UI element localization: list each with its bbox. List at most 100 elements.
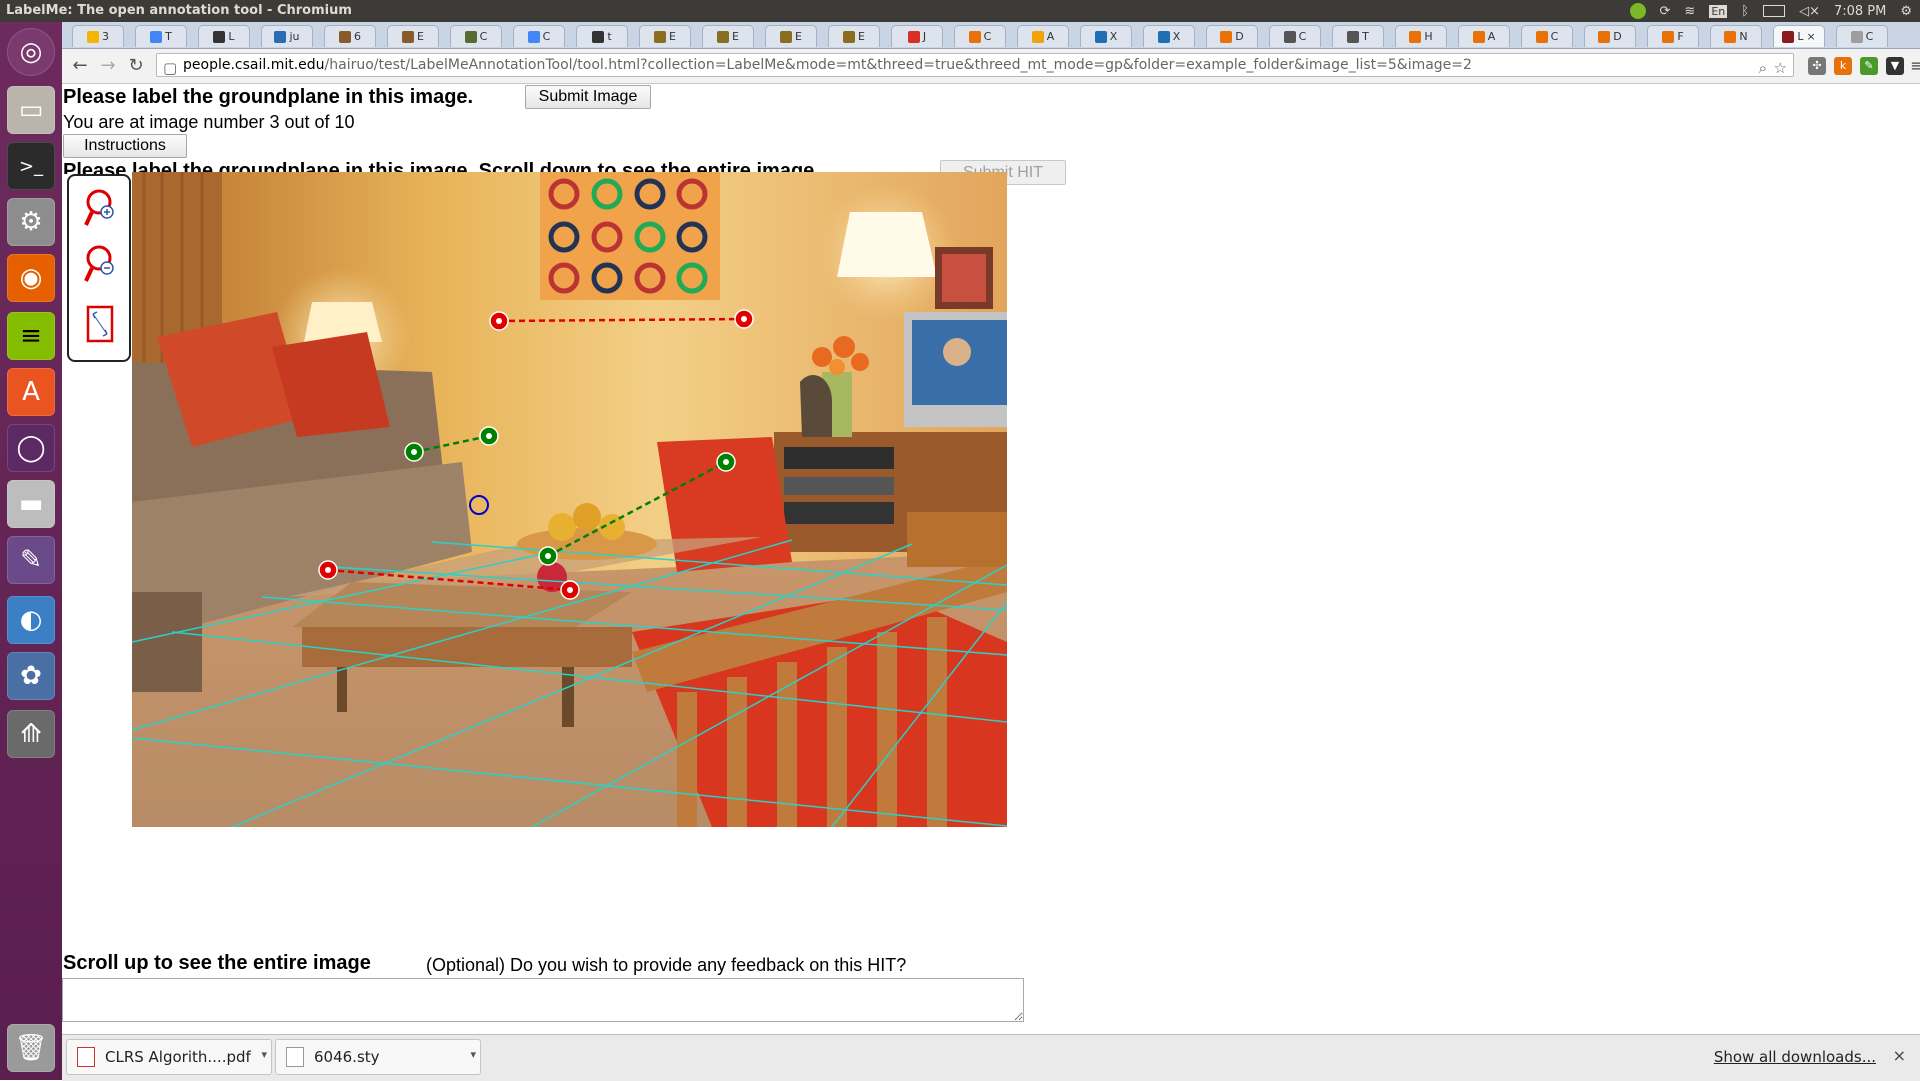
browser-tab[interactable]: A xyxy=(1017,25,1069,47)
feedback-textarea[interactable] xyxy=(62,978,1024,1022)
page-info-icon[interactable]: ▢ xyxy=(163,57,177,79)
tab-favicon-icon xyxy=(464,30,477,43)
trash-icon[interactable]: 🗑 xyxy=(7,1024,55,1072)
browser-tab[interactable]: t xyxy=(576,25,628,47)
tab-favicon-icon xyxy=(87,30,99,43)
tab-favicon-icon xyxy=(1724,30,1737,43)
terminal-icon[interactable]: >_ xyxy=(7,142,55,190)
browser-tab[interactable]: H xyxy=(1395,25,1447,47)
extension-puzzle-icon[interactable]: ✣ xyxy=(1808,57,1826,75)
tab-label: t xyxy=(607,30,612,43)
tab-label: C xyxy=(542,30,551,43)
dropdown-arrow-icon[interactable]: ▾ xyxy=(470,1048,476,1061)
settings-gear-icon[interactable]: ⚙ xyxy=(1900,4,1912,19)
browser-tab[interactable]: N xyxy=(1710,25,1762,47)
software-center-icon[interactable]: A xyxy=(7,368,55,416)
tab-label: A xyxy=(1046,30,1055,43)
chromium-icon[interactable]: ◐ xyxy=(7,596,55,644)
bluetooth-icon[interactable]: ᛒ xyxy=(1741,4,1749,19)
wifi-icon[interactable]: ≋ xyxy=(1684,4,1695,19)
volume-muted-icon[interactable]: ◁× xyxy=(1799,4,1820,19)
file-icon xyxy=(286,1047,304,1067)
browser-tab[interactable]: J xyxy=(891,25,943,47)
spotify-indicator-icon[interactable] xyxy=(1629,3,1646,19)
close-shelf-icon[interactable]: × xyxy=(1893,1046,1906,1065)
tab-label: 3 xyxy=(102,30,109,43)
browser-tab[interactable]: A xyxy=(1458,25,1510,47)
browser-tab[interactable]: X xyxy=(1080,25,1132,47)
show-all-downloads-link[interactable]: Show all downloads... xyxy=(1714,1048,1876,1066)
software-updater-icon[interactable]: ⟰ xyxy=(7,710,55,758)
shotwell-icon[interactable]: ✿ xyxy=(7,652,55,700)
drive-icon[interactable]: ▬ xyxy=(7,480,55,528)
unity-tweak-icon[interactable]: ◯ xyxy=(7,424,55,472)
browser-tab[interactable]: 6 xyxy=(324,25,376,47)
browser-tab[interactable]: F xyxy=(1647,25,1699,47)
tab-favicon-icon xyxy=(1157,30,1170,43)
browser-tab[interactable]: E xyxy=(765,25,817,47)
browser-tab[interactable]: C xyxy=(450,25,502,47)
zoom-in-icon[interactable] xyxy=(83,188,117,228)
instructions-button[interactable]: Instructions xyxy=(63,134,187,158)
browser-tab[interactable]: ju xyxy=(261,25,313,47)
clock[interactable]: 7:08 PM xyxy=(1834,4,1886,19)
browser-tab[interactable]: C xyxy=(954,25,1006,47)
zoom-icon[interactable]: ⌕ xyxy=(1759,57,1767,79)
tab-favicon-icon xyxy=(907,30,920,43)
sync-icon[interactable]: ⟳ xyxy=(1660,4,1671,19)
reload-button[interactable]: ↻ xyxy=(126,56,146,76)
extension-k-icon[interactable]: k xyxy=(1834,57,1852,75)
browser-tab-strip: 3 T Lju 6 E C Ct E E E E J C A X X D C T H A C D F N L × C xyxy=(62,22,1920,49)
browser-tab[interactable]: E xyxy=(639,25,691,47)
tab-favicon-icon xyxy=(213,30,226,43)
system-settings-icon[interactable]: ⚙ xyxy=(7,198,55,246)
browser-tab[interactable]: D xyxy=(1584,25,1636,47)
tab-close-icon[interactable]: × xyxy=(1806,30,1815,43)
browser-tab[interactable]: L × xyxy=(1773,25,1825,47)
zoom-out-icon[interactable] xyxy=(83,244,117,284)
browser-tab[interactable]: D xyxy=(1206,25,1258,47)
url-host: people.csail.mit.edu xyxy=(183,57,325,73)
tab-label: N xyxy=(1739,30,1748,43)
tab-favicon-icon xyxy=(1662,30,1675,43)
chrome-menu-icon[interactable]: ≡ xyxy=(1908,57,1920,75)
browser-tab[interactable]: X xyxy=(1143,25,1195,47)
keyboard-layout-indicator[interactable]: En xyxy=(1709,4,1728,18)
browser-tab[interactable]: T xyxy=(1332,25,1384,47)
submit-image-button[interactable]: Submit Image xyxy=(525,85,651,109)
browser-tab[interactable]: C xyxy=(1269,25,1321,47)
download-item-sty[interactable]: 6046.sty ▾ xyxy=(275,1039,481,1075)
extension-evernote-icon[interactable]: ✎ xyxy=(1860,57,1878,75)
bookmark-star-icon[interactable]: ☆ xyxy=(1774,57,1787,79)
living-room-photo[interactable] xyxy=(132,172,1007,827)
download-item-pdf[interactable]: CLRS Algorith....pdf ▾ xyxy=(66,1039,272,1075)
annotation-canvas[interactable] xyxy=(132,172,1007,827)
text-editor-icon[interactable]: ✎ xyxy=(7,536,55,584)
back-button[interactable]: ← xyxy=(70,56,90,76)
url-path: /hairuo/test/LabelMeAnnotationTool/tool.… xyxy=(324,57,1472,73)
firefox-icon[interactable]: ◉ xyxy=(7,254,55,302)
forward-button[interactable]: → xyxy=(98,56,118,76)
files-icon[interactable]: ▭ xyxy=(7,86,55,134)
ubuntu-dash-icon[interactable]: ◎ xyxy=(7,28,55,76)
address-bar[interactable]: ▢ people.csail.mit.edu/hairuo/test/Label… xyxy=(156,53,1794,77)
extension-pocket-icon[interactable]: ▼ xyxy=(1886,57,1904,75)
spotify-icon[interactable]: ≡ xyxy=(7,312,55,360)
browser-tab[interactable]: C xyxy=(1521,25,1573,47)
dropdown-arrow-icon[interactable]: ▾ xyxy=(261,1048,267,1061)
browser-tab[interactable]: C xyxy=(1836,25,1888,47)
tab-favicon-icon xyxy=(1220,30,1233,43)
browser-tab[interactable]: T xyxy=(135,25,187,47)
tab-favicon-icon xyxy=(339,30,351,43)
browser-tab[interactable]: E xyxy=(702,25,754,47)
tab-favicon-icon xyxy=(1347,30,1360,43)
browser-tab[interactable]: L xyxy=(198,25,250,47)
battery-icon[interactable] xyxy=(1763,5,1786,17)
tab-label: E xyxy=(858,30,865,43)
browser-tab[interactable]: E xyxy=(828,25,880,47)
fit-screen-icon[interactable] xyxy=(83,304,117,344)
browser-tab[interactable]: E xyxy=(387,25,439,47)
browser-tab[interactable]: 3 xyxy=(72,25,124,47)
browser-tab[interactable]: C xyxy=(513,25,565,47)
tab-label: X xyxy=(1172,30,1181,43)
